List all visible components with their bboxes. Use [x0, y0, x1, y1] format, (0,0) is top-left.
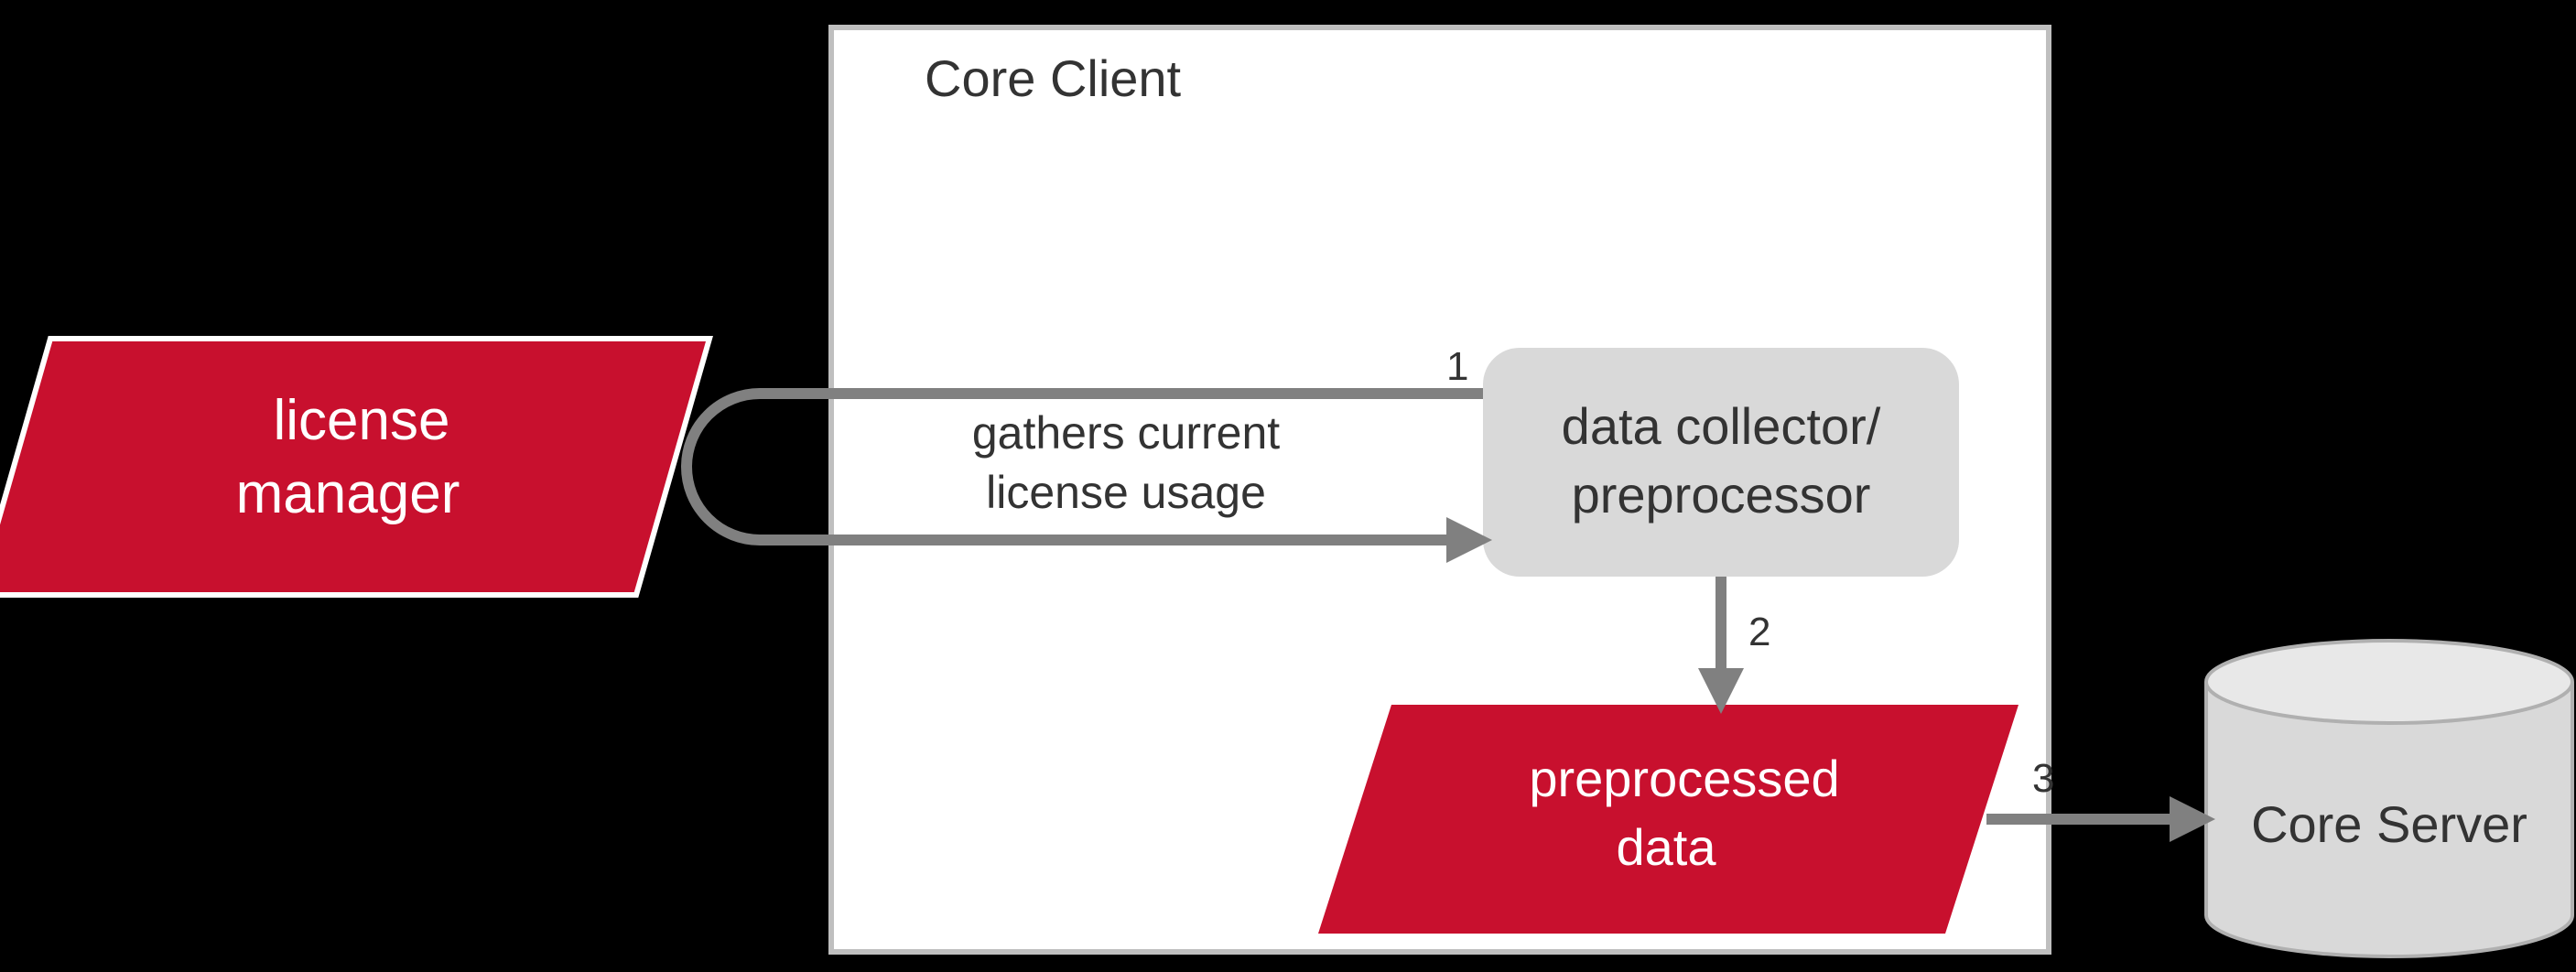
- gathers-label-2: license usage: [986, 467, 1266, 518]
- step-number-1: 1: [1446, 344, 1468, 389]
- gathers-label-1: gathers current: [972, 407, 1280, 459]
- data-collector-node: data collector/ preprocessor: [1483, 348, 1959, 577]
- data-collector-label-1: data collector/: [1562, 397, 1881, 455]
- step-number-2: 2: [1748, 610, 1770, 654]
- license-manager-label-2: manager: [236, 462, 460, 525]
- license-manager-label-1: license: [274, 389, 450, 452]
- preprocessed-data-node: preprocessed data: [1318, 705, 2019, 934]
- data-collector-label-2: preprocessor: [1572, 466, 1871, 524]
- preprocessed-data-label-2: data: [1617, 818, 1717, 876]
- core-client-title: Core Client: [925, 49, 1182, 107]
- core-server-label: Core Server: [2251, 795, 2527, 853]
- core-server-node: Core Server: [2206, 641, 2572, 956]
- license-manager-node: license manager: [0, 339, 709, 595]
- preprocessed-data-label-1: preprocessed: [1529, 750, 1839, 807]
- step-number-3: 3: [2032, 756, 2054, 801]
